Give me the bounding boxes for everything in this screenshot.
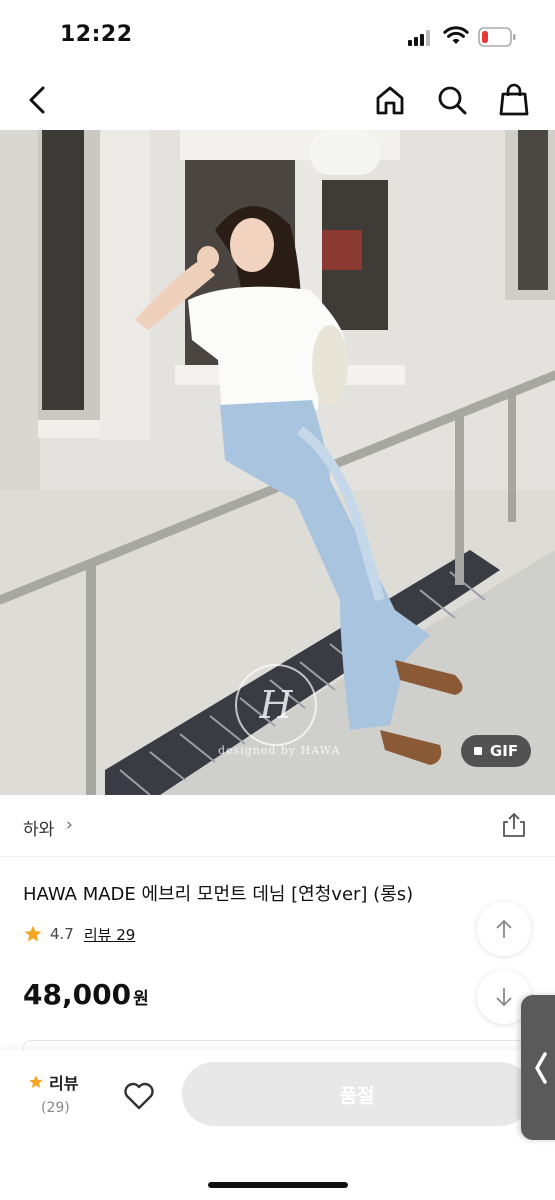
- arrow-down-icon: [496, 988, 512, 1007]
- chevron-left-icon: [535, 1051, 547, 1084]
- price-value: 48,000: [23, 978, 132, 1011]
- price-unit: 원: [133, 989, 149, 1009]
- navigation-bar: [0, 70, 555, 130]
- svg-text:H: H: [258, 683, 293, 727]
- review-summary-button[interactable]: 리뷰 (29): [28, 1070, 98, 1116]
- sold-out-button[interactable]: 품절: [182, 1062, 532, 1126]
- share-icon[interactable]: [500, 811, 528, 839]
- star-icon: [24, 925, 42, 942]
- watermark-caption: designed by HAWA: [218, 744, 341, 757]
- search-icon[interactable]: [432, 80, 472, 120]
- home-indicator: [208, 1182, 348, 1188]
- home-icon[interactable]: [370, 80, 410, 120]
- wifi-icon: [443, 24, 469, 46]
- side-panel-handle[interactable]: [521, 995, 555, 1140]
- gif-badge-label: GIF: [489, 742, 519, 760]
- review-label: 리뷰: [49, 1074, 79, 1093]
- arrow-up-icon: [496, 919, 512, 938]
- heart-outline-icon[interactable]: [122, 1080, 156, 1112]
- chevron-right-icon[interactable]: ›: [66, 815, 73, 835]
- gif-dot-icon: [473, 747, 482, 755]
- back-chevron-icon[interactable]: [18, 80, 58, 120]
- brand-row: 하와 ›: [0, 795, 555, 857]
- price-row: 48,000 원: [23, 978, 149, 1011]
- status-bar: 12:22: [0, 0, 555, 70]
- brand-name-link[interactable]: 하와: [23, 815, 54, 840]
- product-title: HAWA MADE 에브리 모먼트 데님 [연청ver] (롱s): [23, 884, 414, 905]
- bottom-action-bar: 리뷰 (29) 품절: [0, 1050, 555, 1200]
- rating-row: 4.7 리뷰 29: [23, 922, 135, 946]
- battery-low-icon: [478, 27, 516, 47]
- cellular-signal-icon: [408, 30, 434, 46]
- star-icon: [29, 1075, 43, 1088]
- review-count: (29): [41, 1100, 70, 1116]
- status-time: 12:22: [60, 22, 133, 47]
- product-image[interactable]: H designed by HAWA GIF: [0, 130, 555, 795]
- gif-badge[interactable]: GIF: [461, 735, 531, 767]
- scroll-up-button[interactable]: [477, 902, 531, 956]
- rating-value: 4.7: [50, 925, 74, 943]
- shopping-bag-icon[interactable]: [494, 80, 534, 120]
- review-count-link[interactable]: 리뷰 29: [84, 924, 135, 945]
